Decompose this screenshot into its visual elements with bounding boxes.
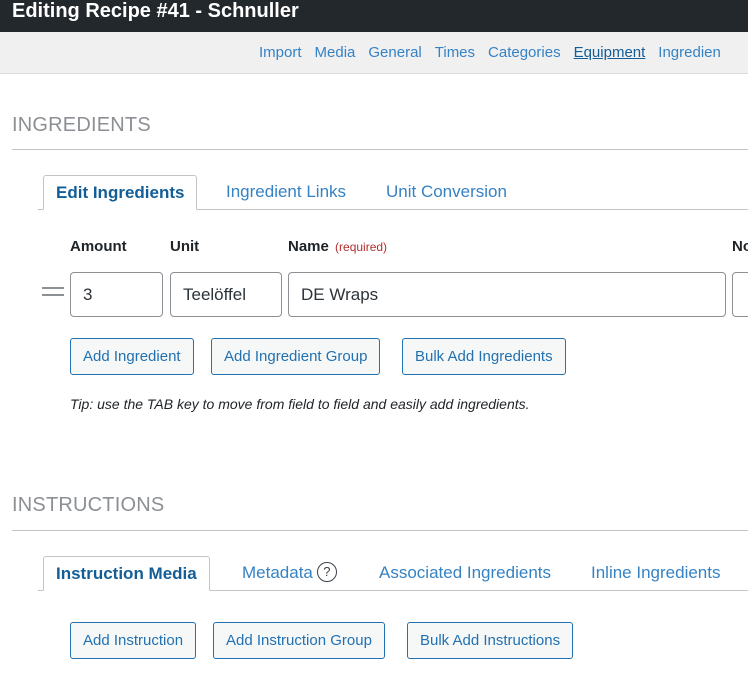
tab-ingredient-links[interactable]: Ingredient Links xyxy=(226,175,346,208)
add-ingredient-button[interactable]: Add Ingredient xyxy=(70,338,194,375)
name-input[interactable] xyxy=(288,272,726,317)
tab-edit-ingredients[interactable]: Edit Ingredients xyxy=(43,175,198,210)
nav-link-ingredients[interactable]: Ingredien xyxy=(658,44,721,61)
nav-link-import[interactable]: Import xyxy=(259,44,302,61)
ingredients-tabs: Edit Ingredients Ingredient Links Unit C… xyxy=(38,175,748,210)
nav-link-general[interactable]: General xyxy=(368,44,421,61)
add-ingredient-group-button[interactable]: Add Ingredient Group xyxy=(211,338,381,375)
drag-handle-icon[interactable] xyxy=(42,287,64,297)
tab-inline-ingredients[interactable]: Inline Ingredients xyxy=(591,556,720,589)
nav-link-equipment[interactable]: Equipment xyxy=(574,44,646,61)
recipe-section-nav: Import Media General Times Categories Eq… xyxy=(0,32,748,74)
nav-link-media[interactable]: Media xyxy=(315,44,356,61)
instructions-divider xyxy=(12,530,748,531)
tab-metadata[interactable]: Metadata? xyxy=(242,556,337,589)
ingredients-tip: Tip: use the TAB key to move from field … xyxy=(70,396,530,412)
bulk-add-ingredients-button[interactable]: Bulk Add Ingredients xyxy=(402,338,566,375)
unit-column-label: Unit xyxy=(170,238,200,255)
nav-link-times[interactable]: Times xyxy=(435,44,475,61)
nav-links: Import Media General Times Categories Eq… xyxy=(259,32,734,73)
tab-metadata-label: Metadata xyxy=(242,563,313,582)
notes-column-label: No xyxy=(732,238,748,255)
ingredients-divider xyxy=(12,149,748,150)
add-instruction-button[interactable]: Add Instruction xyxy=(70,622,197,659)
instructions-heading: INSTRUCTIONS xyxy=(12,494,165,516)
name-column-text: Name xyxy=(288,238,329,255)
nav-link-categories[interactable]: Categories xyxy=(488,44,561,61)
bulk-add-instructions-button[interactable]: Bulk Add Instructions xyxy=(407,622,574,659)
tab-unit-conversion[interactable]: Unit Conversion xyxy=(386,175,507,208)
title-bar: Editing Recipe #41 - Schnuller xyxy=(0,0,748,32)
tab-instruction-media[interactable]: Instruction Media xyxy=(43,556,210,591)
page-title: Editing Recipe #41 - Schnuller xyxy=(12,0,299,22)
notes-input[interactable] xyxy=(732,272,748,317)
tab-associated-ingredients[interactable]: Associated Ingredients xyxy=(379,556,551,589)
name-column-label: Name (required) xyxy=(288,238,387,255)
required-indicator: (required) xyxy=(335,240,388,254)
amount-input[interactable] xyxy=(70,272,163,317)
instructions-tabs: Instruction Media Metadata? Associated I… xyxy=(38,556,748,591)
help-icon[interactable]: ? xyxy=(316,562,337,583)
amount-column-label: Amount xyxy=(70,238,127,255)
add-instruction-group-button[interactable]: Add Instruction Group xyxy=(213,622,385,659)
unit-input[interactable] xyxy=(170,272,282,317)
ingredients-heading: INGREDIENTS xyxy=(12,114,151,136)
